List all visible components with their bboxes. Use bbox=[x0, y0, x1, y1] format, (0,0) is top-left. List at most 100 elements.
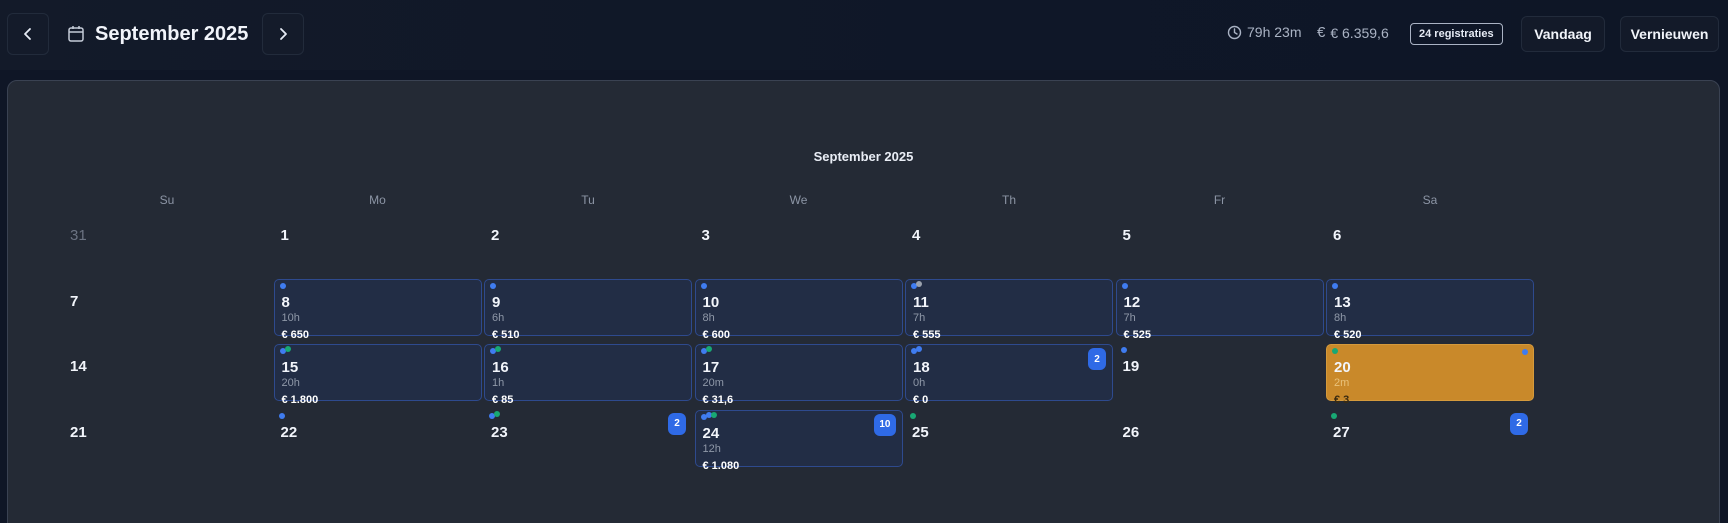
green-status-dot bbox=[495, 346, 501, 352]
chevron-left-icon bbox=[24, 28, 31, 40]
green-status-dot bbox=[1331, 412, 1337, 419]
day-amount: € 0 bbox=[913, 394, 929, 406]
day-cell-13[interactable]: 13 8h € 520 bbox=[1326, 278, 1534, 341]
day-cell-23[interactable]: 23 2 bbox=[484, 410, 692, 467]
day-hours: 0h bbox=[913, 377, 926, 389]
next-month-button[interactable] bbox=[262, 13, 304, 55]
chevron-right-icon bbox=[280, 28, 287, 40]
day-number: 12 bbox=[1123, 293, 1141, 311]
day-number: 9 bbox=[492, 293, 501, 311]
clock-icon bbox=[1227, 25, 1242, 39]
total-amount-value: € 6.359,6 bbox=[1330, 24, 1389, 41]
day-number: 5 bbox=[1122, 227, 1131, 244]
day-hours: 20h bbox=[281, 377, 300, 389]
calendar-icon bbox=[68, 26, 84, 42]
day-cell-1[interactable]: 1 bbox=[274, 213, 482, 270]
day-number: 6 bbox=[1333, 227, 1342, 244]
month-title-text: September 2025 bbox=[95, 22, 249, 45]
day-number: 26 bbox=[1122, 423, 1140, 441]
day-cell-8[interactable]: 8 10h € 650 bbox=[273, 278, 482, 341]
day-cell-18[interactable]: 18 0h € 0 2 bbox=[905, 344, 1113, 406]
day-hours: 7h bbox=[1123, 311, 1136, 324]
day-cell-9[interactable]: 9 6h € 510 bbox=[484, 278, 692, 341]
day-cell-21[interactable]: 21 bbox=[63, 410, 271, 467]
today-button[interactable]: Vandaag bbox=[1521, 16, 1605, 52]
blue-status-dot bbox=[1120, 347, 1127, 353]
entry-count-badge: 10 bbox=[874, 413, 896, 436]
blue-status-dot bbox=[1121, 282, 1128, 289]
day-cell-7[interactable]: 7 bbox=[63, 279, 271, 336]
day-cell-27[interactable]: 27 2 bbox=[1326, 410, 1534, 467]
day-hours: 1h bbox=[492, 377, 505, 389]
day-cell-16[interactable]: 16 1h € 85 bbox=[484, 344, 692, 406]
day-cell-22[interactable]: 22 bbox=[274, 410, 482, 467]
registrations-badge: 24 registraties bbox=[1410, 23, 1503, 45]
blue-status-dot bbox=[1522, 349, 1528, 355]
day-hours: 6h bbox=[492, 311, 505, 324]
day-number: 15 bbox=[281, 359, 299, 376]
day-cell-5[interactable]: 5 bbox=[1116, 213, 1324, 270]
day-amount: € 3 bbox=[1334, 394, 1350, 406]
entry-count-badge: 2 bbox=[1088, 348, 1106, 370]
blue-status-dot bbox=[700, 282, 707, 289]
weekday-tu: Tu bbox=[581, 193, 595, 207]
day-cell-12[interactable]: 12 7h € 525 bbox=[1115, 278, 1324, 341]
blue-status-dot bbox=[278, 412, 285, 419]
top-toolbar: September 2025 79h 23m € € 6.359,6 24 re… bbox=[0, 0, 1728, 70]
day-amount: € 85 bbox=[492, 394, 514, 406]
day-amount: € 525 bbox=[1123, 328, 1152, 341]
gray-status-dot bbox=[916, 280, 922, 287]
day-cell-20[interactable]: 20 2m € 3 bbox=[1326, 344, 1534, 406]
day-cell-19[interactable]: 19 bbox=[1116, 344, 1324, 401]
day-hours: 2m bbox=[1334, 377, 1350, 389]
day-cell-2[interactable]: 2 bbox=[484, 213, 692, 270]
day-amount: € 1.800 bbox=[281, 394, 319, 406]
day-hours: 10h bbox=[281, 311, 300, 324]
day-cell-17[interactable]: 17 20m € 31,6 bbox=[694, 344, 903, 406]
day-cell-4[interactable]: 4 bbox=[905, 213, 1113, 270]
blue-status-dot bbox=[279, 282, 286, 289]
day-cell-15[interactable]: 15 20h € 1.800 bbox=[273, 344, 482, 406]
euro-icon: € bbox=[1317, 24, 1326, 41]
day-cell-25[interactable]: 25 bbox=[905, 410, 1113, 467]
day-cell-26[interactable]: 26 bbox=[1116, 410, 1324, 467]
day-number: 27 bbox=[1333, 423, 1350, 441]
green-status-dot bbox=[284, 346, 291, 352]
day-cell-14[interactable]: 14 bbox=[63, 344, 271, 401]
day-number: 13 bbox=[1334, 293, 1351, 311]
weekday-sa: Sa bbox=[1422, 193, 1438, 207]
day-number: 23 bbox=[491, 423, 508, 441]
previous-month-button[interactable] bbox=[7, 13, 49, 55]
total-amount: € € 6.359,6 bbox=[1317, 24, 1389, 41]
day-hours: 7h bbox=[913, 311, 926, 324]
day-number: 4 bbox=[912, 227, 921, 244]
day-number: 19 bbox=[1122, 358, 1140, 375]
day-number: 31 bbox=[70, 227, 87, 244]
day-cell-31[interactable]: 31 bbox=[63, 213, 271, 270]
refresh-button[interactable]: Vernieuwen bbox=[1620, 16, 1719, 52]
day-number: 11 bbox=[913, 293, 929, 311]
day-cell-6[interactable]: 6 bbox=[1326, 213, 1534, 270]
day-amount: € 520 bbox=[1334, 328, 1362, 341]
calendar-caption: September 2025 bbox=[813, 149, 914, 164]
day-hours: 12h bbox=[702, 442, 721, 455]
green-status-dot bbox=[710, 411, 717, 418]
blue-status-dot bbox=[916, 346, 922, 352]
weekday-mo: Mo bbox=[369, 193, 386, 207]
day-cell-11[interactable]: 11 7h € 555 bbox=[905, 278, 1113, 341]
day-number: 1 bbox=[280, 227, 289, 244]
day-number: 21 bbox=[70, 423, 87, 441]
day-amount: € 510 bbox=[492, 328, 520, 341]
entry-count-badge: 2 bbox=[1510, 412, 1528, 435]
day-number: 25 bbox=[912, 423, 929, 441]
day-number: 7 bbox=[70, 292, 79, 310]
day-hours: 8h bbox=[1334, 311, 1347, 324]
day-number: 17 bbox=[702, 359, 720, 376]
day-number: 20 bbox=[1334, 359, 1351, 376]
day-amount: € 600 bbox=[702, 328, 731, 341]
day-cell-3[interactable]: 3 bbox=[695, 213, 903, 270]
green-status-dot bbox=[705, 346, 712, 352]
day-cell-24[interactable]: 24 12h € 1.080 10 bbox=[694, 409, 903, 472]
day-number: 10 bbox=[702, 293, 720, 311]
day-cell-10[interactable]: 10 8h € 600 bbox=[694, 278, 903, 341]
